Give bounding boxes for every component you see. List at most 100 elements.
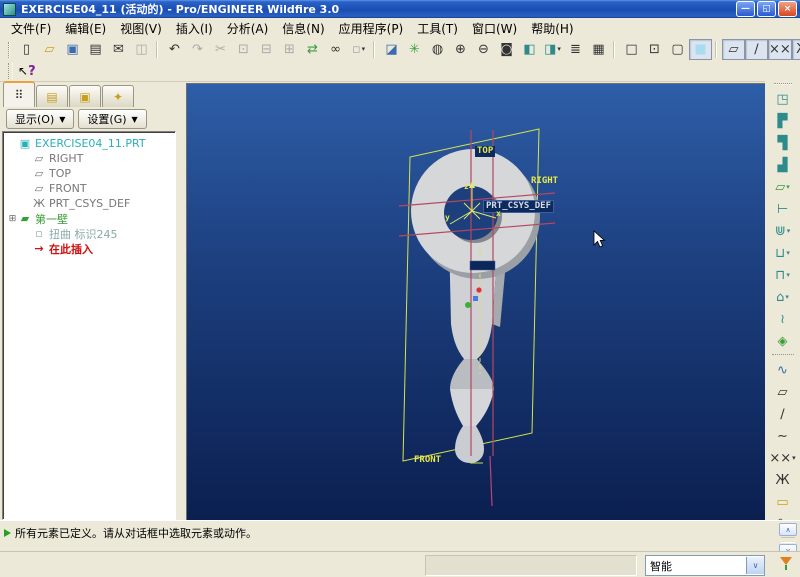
restore-button[interactable]: ◱ — [757, 1, 776, 17]
csys-label[interactable]: PRT_CSYS_DEF — [483, 200, 554, 213]
wireframe-style-icon[interactable]: □ — [620, 39, 643, 60]
tree-item-icon: → — [32, 242, 46, 255]
selection-filter-combo[interactable]: 智能 ∨ — [645, 555, 765, 576]
message-resize-grip[interactable] — [781, 537, 795, 543]
curve-through-points-icon[interactable]: ∿ — [769, 359, 797, 381]
redo-icon[interactable]: ↷ — [186, 39, 209, 60]
tree-item-part[interactable]: ▣ EXERCISE04_11.PRT — [3, 136, 175, 151]
datum-plane-toggle-icon[interactable]: ▱ — [722, 39, 745, 60]
notch-tool-icon[interactable]: ⊓▾ — [769, 264, 797, 286]
print-icon[interactable]: ▤ — [84, 39, 107, 60]
measure-tool-icon[interactable]: ▭ — [769, 491, 797, 513]
model-twist-upper[interactable] — [450, 359, 494, 389]
spin-center-icon[interactable]: ✳ — [403, 39, 426, 60]
tree-item-twist[interactable]: ▫ 扭曲 标识245 — [3, 226, 175, 241]
datum-csys-toggle-icon[interactable]: Ж — [792, 39, 800, 60]
new-file-icon[interactable]: ▯ — [15, 39, 38, 60]
datum-plane-tool-icon[interactable]: ▱ — [769, 381, 797, 403]
handle-blue[interactable] — [473, 296, 478, 301]
toolbar-grip[interactable] — [774, 83, 792, 85]
saved-views-icon[interactable]: ◨▾ — [541, 39, 564, 60]
tree-item-insert-here[interactable]: → 在此插入 — [3, 241, 175, 256]
menu-applications[interactable]: 应用程序(P) — [332, 18, 411, 39]
right-plane-label[interactable]: RIGHT — [531, 176, 558, 187]
copy-icon[interactable]: ⊡ — [232, 39, 255, 60]
find-icon[interactable]: ∞ — [324, 39, 347, 60]
menu-view[interactable]: 视图(V) — [113, 18, 169, 39]
extend-wall-icon[interactable]: ⊢ — [769, 198, 797, 220]
twist-wall-icon[interactable]: ▟ — [769, 154, 797, 176]
paste-special-icon[interactable]: ⊞ — [278, 39, 301, 60]
orient-mode-icon[interactable]: ◍ — [426, 39, 449, 60]
undo-icon[interactable]: ↶ — [163, 39, 186, 60]
extrude-tool-icon[interactable]: ◳ — [769, 88, 797, 110]
datum-point-tool-icon[interactable]: ××▾ — [769, 447, 797, 469]
tree-item-csys[interactable]: Ж PRT_CSYS_DEF — [3, 196, 175, 211]
handle-red[interactable] — [476, 287, 481, 292]
curve-tool-icon[interactable]: ∼ — [769, 425, 797, 447]
flange-tool-icon[interactable]: ⋓▾ — [769, 220, 797, 242]
toolbar-grip[interactable] — [8, 42, 10, 58]
flange-wall-icon[interactable]: ▜ — [769, 132, 797, 154]
toolbar-grip[interactable] — [8, 63, 13, 79]
flat-wall-icon[interactable]: ▛ — [769, 110, 797, 132]
show-dropdown-button[interactable]: 显示(O) ▼ — [6, 109, 74, 129]
open-folder-icon[interactable]: ▱ — [38, 39, 61, 60]
menu-edit[interactable]: 编辑(E) — [58, 18, 113, 39]
rip-tool-icon[interactable]: ≀ — [769, 308, 797, 330]
menu-insert[interactable]: 插入(I) — [169, 18, 220, 39]
tree-item-front-plane[interactable]: ▱ FRONT — [3, 181, 175, 196]
datum-axis-toggle-icon[interactable]: ∕ — [745, 39, 768, 60]
zoom-in-icon[interactable]: ⊕ — [449, 39, 472, 60]
send-mail-icon[interactable]: ✉ — [107, 39, 130, 60]
top-plane-label[interactable]: TOP — [475, 146, 495, 157]
datum-point-toggle-icon[interactable]: ×× — [768, 39, 792, 60]
message-scroll-up-button[interactable]: ∧ — [779, 523, 797, 536]
close-button[interactable]: × — [778, 1, 797, 17]
tree-item-right-plane[interactable]: ▱ RIGHT — [3, 151, 175, 166]
context-help-icon[interactable]: ↖? — [18, 64, 36, 79]
select-box-icon[interactable]: ▫▾ — [347, 39, 370, 60]
handle-green[interactable] — [465, 302, 471, 308]
tree-item-first-wall[interactable]: ⊞ ▰ 第一壁 — [3, 211, 175, 226]
erase-icon[interactable]: ◫ — [130, 39, 153, 60]
menu-tools[interactable]: 工具(T) — [410, 18, 465, 39]
model-twist-lower[interactable] — [450, 389, 494, 426]
tree-expander[interactable]: ⊞ — [7, 214, 18, 224]
layers-icon[interactable]: ≣ — [564, 39, 587, 60]
paste-icon[interactable]: ⊟ — [255, 39, 278, 60]
favorites-tab[interactable]: ▣ — [69, 85, 101, 107]
repaint-icon[interactable]: ◪ — [380, 39, 403, 60]
punch-tool-icon[interactable]: ⊔▾ — [769, 242, 797, 264]
tree-item-top-plane[interactable]: ▱ TOP — [3, 166, 175, 181]
reorient-view-icon[interactable]: ◧ — [518, 39, 541, 60]
cut-icon[interactable]: ✂ — [209, 39, 232, 60]
menu-file[interactable]: 文件(F) — [4, 18, 58, 39]
menu-analysis[interactable]: 分析(A) — [220, 18, 276, 39]
hidden-line-style-icon[interactable]: ⊡ — [643, 39, 666, 60]
csys-tool-icon[interactable]: Ж — [769, 469, 797, 491]
menu-window[interactable]: 窗口(W) — [465, 18, 524, 39]
front-plane-label[interactable]: FRONT — [414, 455, 441, 466]
layer-tree-tab[interactable]: ▤ — [36, 85, 68, 107]
refit-icon[interactable]: ◙ — [495, 39, 518, 60]
combo-dropdown-button[interactable]: ∨ — [746, 557, 764, 574]
model-tree-tab[interactable]: ⠿ — [3, 81, 35, 107]
settings-dropdown-button[interactable]: 设置(G) ▼ — [78, 109, 146, 129]
regenerate-icon[interactable]: ⇄ — [301, 39, 324, 60]
menu-help[interactable]: 帮助(H) — [524, 18, 580, 39]
zoom-out-icon[interactable]: ⊖ — [472, 39, 495, 60]
style-tool-icon[interactable]: ◈ — [769, 330, 797, 352]
view-manager-icon[interactable]: ▦ — [587, 39, 610, 60]
shaded-style-icon[interactable]: ■ — [689, 39, 712, 60]
graphics-viewport[interactable]: TOP RIGHT PRT_CSYS_DEF FRONT z y x — [186, 83, 767, 521]
unattached-wall-icon[interactable]: ▱▾ — [769, 176, 797, 198]
save-icon[interactable]: ▣ — [61, 39, 84, 60]
no-hidden-style-icon[interactable]: ▢ — [666, 39, 689, 60]
utilities-tab[interactable]: ✦ — [102, 85, 134, 107]
model-tip[interactable] — [455, 426, 484, 463]
minimize-button[interactable]: — — [736, 1, 755, 17]
form-tool-icon[interactable]: ⌂▾ — [769, 286, 797, 308]
datum-axis-tool-icon[interactable]: ∕ — [769, 403, 797, 425]
menu-info[interactable]: 信息(N) — [275, 18, 331, 39]
